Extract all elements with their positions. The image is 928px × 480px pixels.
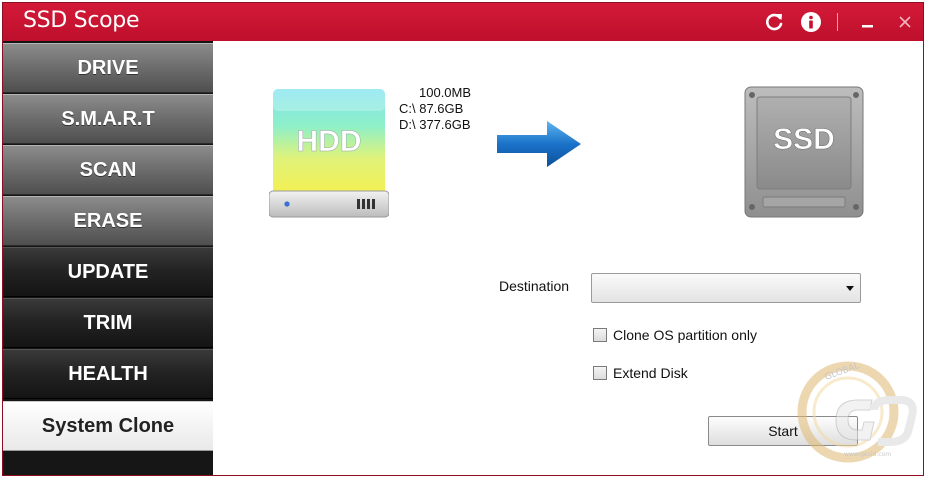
ssd-icon: SSD [741,85,867,226]
title-bar[interactable]: SSD Scope [3,3,923,41]
minimize-icon[interactable] [861,15,875,34]
title-separator [837,13,838,31]
sidebar-item-smart[interactable]: S.M.A.R.T [3,94,213,144]
sidebar-nav: DRIVE S.M.A.R.T SCAN ERASE UPDATE TRIM H… [3,41,213,475]
app-window: SSD Scope DRIVE S.M.A.R.T SCAN ERASE UPD… [2,2,924,476]
destination-select[interactable] [591,273,861,303]
clone-os-label: Clone OS partition only [613,327,757,343]
sidebar-item-erase[interactable]: ERASE [3,196,213,246]
extend-disk-label: Extend Disk [613,365,688,381]
watermark-text-bottom: www.gecid.com [844,451,891,458]
hdd-label: HDD [297,125,362,158]
close-icon[interactable] [898,15,912,34]
clone-arrow-icon [495,119,585,174]
clone-os-option[interactable]: Clone OS partition only [593,327,757,343]
extend-disk-checkbox[interactable] [593,366,607,380]
destination-label: Destination [499,278,570,294]
hdd-icon: HDD [268,87,390,226]
chevron-down-icon [846,286,854,291]
source-partitions: 100.0MB C:\ 87.6GB D:\ 377.6GB [399,85,471,133]
sidebar-item-trim[interactable]: TRIM [3,298,213,348]
sidebar-item-scan[interactable]: SCAN [3,145,213,195]
watermark-logo: GLOBAL www.gecid.com [796,360,920,469]
info-icon[interactable] [800,11,822,38]
sidebar-item-drive[interactable]: DRIVE [3,43,213,93]
refresh-icon[interactable] [763,11,785,38]
sidebar-item-update[interactable]: UPDATE [3,247,213,297]
app-title: SSD Scope [23,8,140,33]
sidebar-item-health[interactable]: HEALTH [3,349,213,399]
partition-c: C:\ 87.6GB [399,101,464,116]
extend-disk-option[interactable]: Extend Disk [593,365,688,381]
partition-size: 100.0MB [419,85,472,100]
sidebar-item-system-clone[interactable]: System Clone [3,401,213,451]
ssd-label: SSD [773,123,835,156]
partition-d: D:\ 377.6GB [399,117,471,132]
clone-os-checkbox[interactable] [593,328,607,342]
